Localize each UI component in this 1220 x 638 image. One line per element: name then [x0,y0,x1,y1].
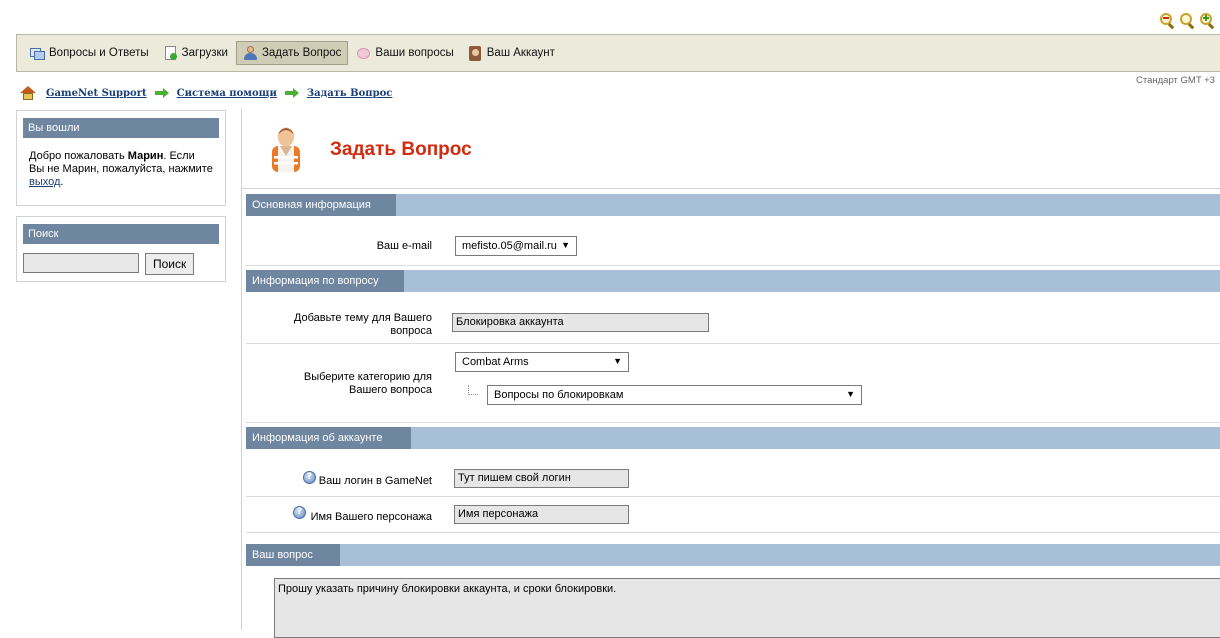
subcategory-select-value: Вопросы по блокировкам [494,389,624,401]
divider [246,265,1220,266]
section-title: Основная информация [246,194,396,216]
subcategory-select[interactable]: Вопросы по блокировкам ▼ [487,385,862,405]
logout-link[interactable]: выход [29,176,60,188]
category-label: Выберите категорию для Вашего вопроса [303,371,432,396]
top-nav: Вопросы и Ответы Загрузки Задать Вопрос … [16,34,1220,72]
divider [246,496,1220,497]
zoom-in-icon[interactable] [1200,13,1217,30]
question-form: Основная информация Ваш e-mail mefisto.0… [242,188,1220,638]
tab-your-questions[interactable]: Ваши вопросы [350,41,459,65]
greeting-text: Добро пожаловать [29,150,128,162]
login-label: Ваш логин в GameNet [318,475,432,487]
search-panel-title: Поиск [23,224,219,244]
caret-down-icon: ▼ [846,389,855,399]
zoom-out-icon[interactable] [1160,13,1177,30]
timezone-label: Стандарт GMT +3 [1136,75,1215,86]
subject-label: Добавьте тему для Вашего вопроса [293,312,432,337]
divider [246,422,1220,423]
arrow-right-icon [154,88,169,98]
section-title: Ваш вопрос [246,544,340,566]
login-greeting: Добро пожаловать Марин. Если Вы не Марин… [17,138,225,189]
login-panel-title: Вы вошли [23,118,219,138]
question-textarea[interactable]: Прошу указать причину блокировки аккаунт… [274,578,1220,638]
tab-questions-answers[interactable]: Вопросы и Ответы [24,41,155,65]
section-title: Информация об аккаунте [246,427,411,449]
login-panel: Вы вошли Добро пожаловать Марин. Если Вы… [16,110,226,206]
caret-down-icon: ▼ [613,356,622,366]
email-select-value: mefisto.05@mail.ru [462,240,557,252]
subject-input[interactable]: Блокировка аккаунта [452,313,709,332]
main-content: Задать Вопрос Основная информация Ваш e-… [241,108,1220,638]
search-panel: Поиск Поиск [16,216,226,282]
caret-down-icon: ▼ [561,240,570,250]
tab-label: Загрузки [181,47,228,59]
account-icon [468,45,483,61]
tab-label: Задать Вопрос [261,47,342,59]
section-header-account-info: Информация об аккаунте [246,427,1220,449]
search-button[interactable]: Поиск [145,253,195,275]
page-title: Задать Вопрос [330,139,472,160]
character-input[interactable]: Имя персонажа [454,505,629,524]
greeting-text: . [60,176,64,188]
email-label: Ваш e-mail [376,240,432,252]
zoom-controls [1160,13,1217,30]
zoom-reset-icon[interactable] [1180,13,1197,30]
tab-label: Вопросы и Ответы [49,47,149,59]
tab-ask-question[interactable]: Задать Вопрос [235,41,349,65]
breadcrumb-link-help[interactable]: Система помощи [177,88,277,99]
downloads-icon [163,45,178,61]
tree-connector [468,385,478,395]
email-select[interactable]: mefisto.05@mail.ru ▼ [455,236,577,256]
category-select[interactable]: Combat Arms ▼ [455,352,629,372]
home-icon [20,86,36,100]
category-select-value: Combat Arms [462,356,529,368]
section-header-basic: Основная информация [246,194,1220,216]
breadcrumb-link-current[interactable]: Задать Вопрос [307,88,393,99]
search-input[interactable] [23,253,139,273]
divider [246,343,1220,344]
tab-your-account[interactable]: Ваш Аккаунт [462,41,561,65]
qa-icon [30,46,45,61]
tab-downloads[interactable]: Загрузки [157,41,234,65]
section-title: Информация по вопросу [246,270,404,292]
user-avatar-icon [272,127,300,172]
tab-label: Ваш Аккаунт [486,47,555,59]
character-label: Имя Вашего персонажа [310,511,432,523]
section-header-your-question: Ваш вопрос [246,544,1220,566]
user-icon [243,45,258,61]
questions-icon [356,46,371,61]
breadcrumb-link-home[interactable]: GameNet Support [46,88,147,99]
breadcrumb: GameNet Support Система помощи Задать Во… [20,86,392,100]
tab-label: Ваши вопросы [375,47,454,59]
login-input[interactable]: Тут пишем свой логин [454,469,629,488]
arrow-right-icon [284,88,299,98]
username: Марин [127,150,164,162]
section-header-question-info: Информация по вопросу [246,270,1220,292]
divider [246,532,1220,533]
